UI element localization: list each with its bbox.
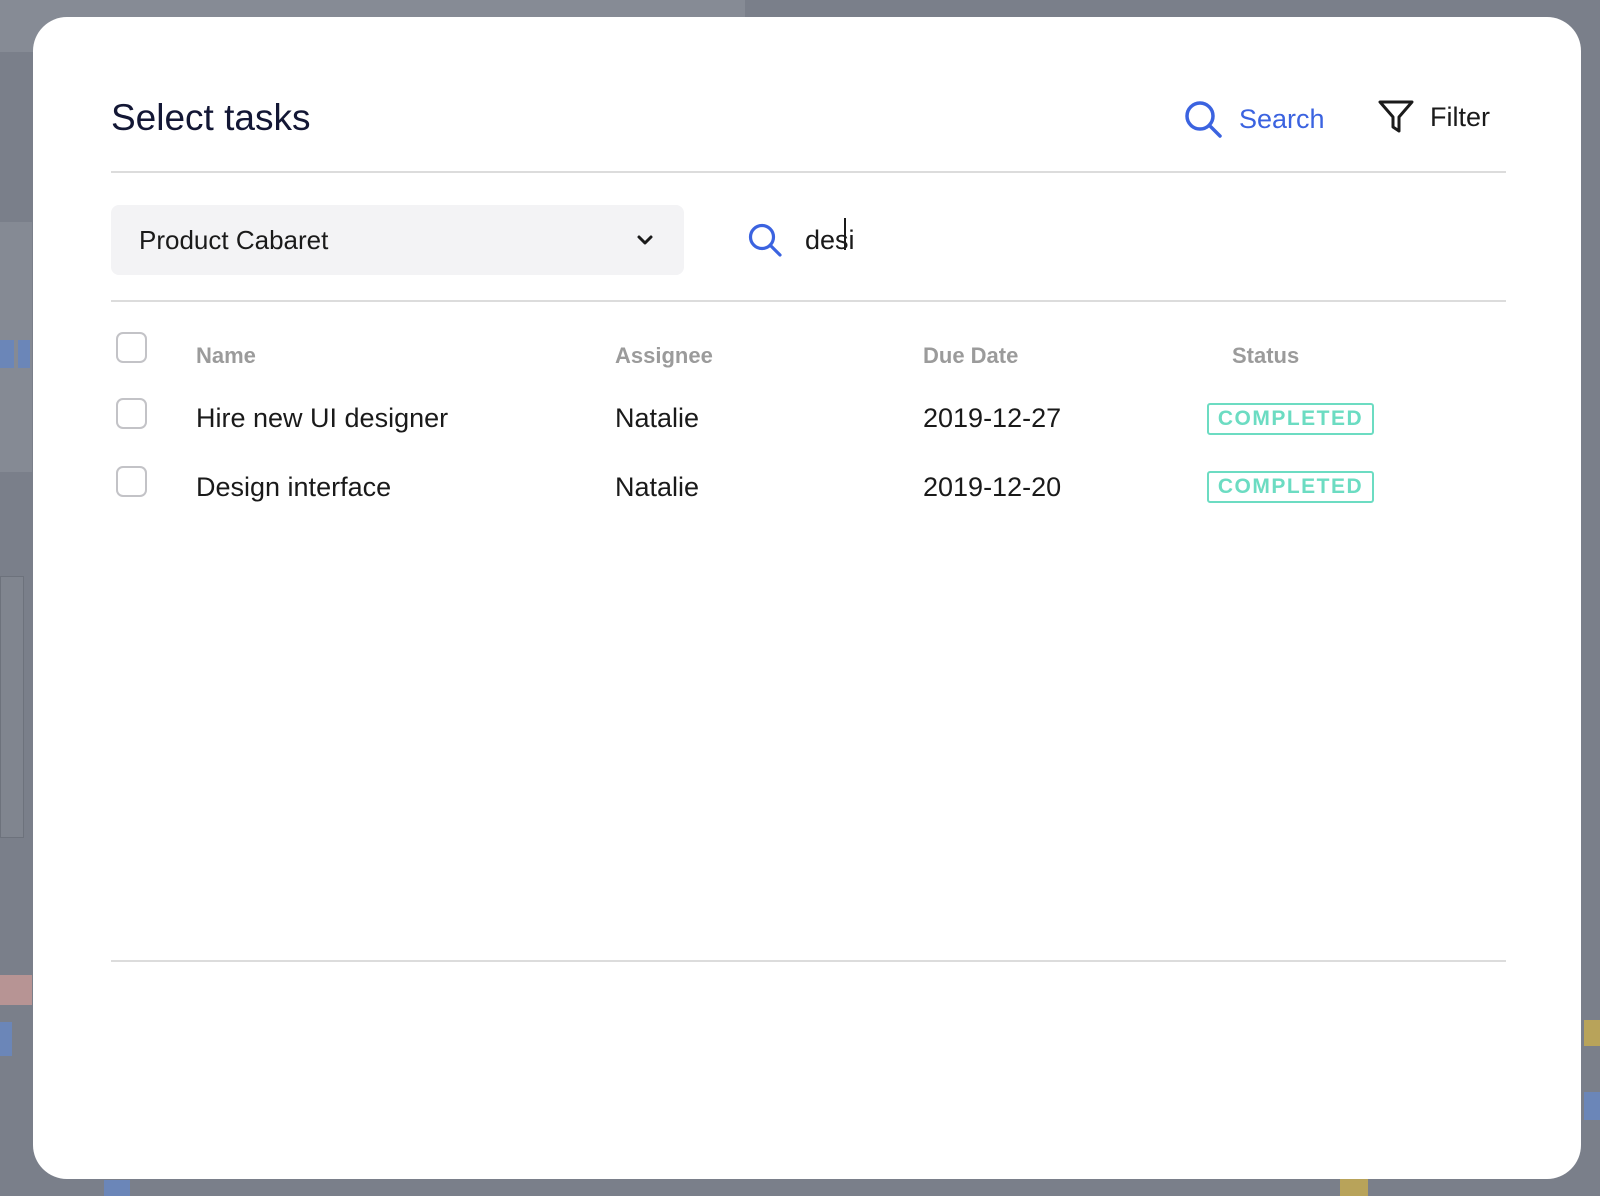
search-button[interactable]: Search: [1183, 99, 1325, 139]
background-block: [1340, 1178, 1368, 1196]
header-divider: [111, 171, 1506, 173]
background-block: [18, 340, 30, 368]
background-block: [0, 340, 14, 368]
background-block: [1584, 1020, 1600, 1046]
select-all-checkbox[interactable]: [116, 332, 147, 363]
filter-button-label: Filter: [1430, 101, 1490, 132]
row-checkbox[interactable]: [116, 398, 147, 429]
search-icon: [1185, 101, 1222, 138]
project-select[interactable]: Product Cabaret: [111, 205, 684, 275]
task-name[interactable]: Hire new UI designer: [196, 403, 448, 434]
filter-icon: [1378, 100, 1414, 133]
background-panel: [0, 576, 24, 838]
project-select-value: Product Cabaret: [139, 224, 329, 255]
chevron-down-icon: [637, 235, 653, 245]
task-due-date: 2019-12-20: [923, 472, 1062, 502]
row-checkbox[interactable]: [116, 466, 147, 497]
task-name[interactable]: Design interface: [196, 472, 391, 503]
select-tasks-modal: Select tasks Search Filter Product Cabar…: [33, 17, 1581, 1179]
table-bottom-divider: [111, 960, 1506, 962]
status-badge: COMPLETED: [1207, 471, 1374, 503]
background-block: [0, 975, 32, 1005]
text-cursor: [844, 218, 846, 250]
background-block: [0, 1022, 12, 1056]
task-search: [747, 215, 1467, 265]
filter-button[interactable]: Filter: [1378, 99, 1490, 135]
search-input[interactable]: [805, 224, 1405, 256]
search-icon: [748, 223, 782, 257]
task-assignee: Natalie: [615, 472, 700, 502]
task-due-date: 2019-12-27: [923, 403, 1062, 433]
toolbar-divider: [111, 300, 1506, 302]
search-button-label: Search: [1239, 103, 1325, 134]
background-block: [1584, 1092, 1600, 1120]
column-header-name[interactable]: Name: [196, 343, 256, 369]
background-block: [104, 1180, 130, 1196]
column-header-status[interactable]: Status: [1232, 343, 1299, 369]
column-header-due-date[interactable]: Due Date: [923, 343, 1018, 369]
task-assignee: Natalie: [615, 403, 700, 433]
column-header-assignee[interactable]: Assignee: [615, 343, 713, 369]
modal-title: Select tasks: [111, 97, 311, 138]
status-badge: COMPLETED: [1207, 403, 1374, 435]
